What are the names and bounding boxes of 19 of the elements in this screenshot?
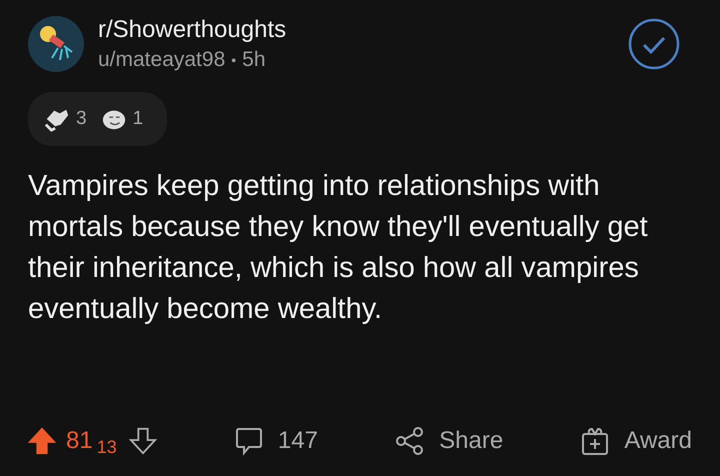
post-text: Vampires keep getting into relationships with mortals because they know they'll eventually get their inheritance, which is also how all vampires eventually become wealthy. [28,169,649,327]
comment-icon [234,426,264,456]
subreddit-avatar-icon[interactable] [28,16,84,72]
upvote-icon[interactable] [28,426,56,456]
gift-icon [580,426,610,456]
award-count: 1 [132,108,144,130]
award-count: 3 [76,108,87,130]
post-age: 5h [242,48,266,72]
comments-button[interactable]: 147 [234,426,318,456]
author-name[interactable]: u/mateayat98 [98,48,226,72]
award-button[interactable]: Award [580,426,692,456]
share-icon [395,426,426,456]
downvote-icon[interactable] [128,426,157,456]
joined-check-icon[interactable] [628,18,680,70]
subreddit-name[interactable]: r/Showerthoughts [98,16,614,44]
separator-dot: • [231,52,236,68]
vote-score: 81 [66,426,93,454]
rolling-score-digits: 13 [96,437,117,458]
share-button[interactable]: Share [395,426,504,456]
